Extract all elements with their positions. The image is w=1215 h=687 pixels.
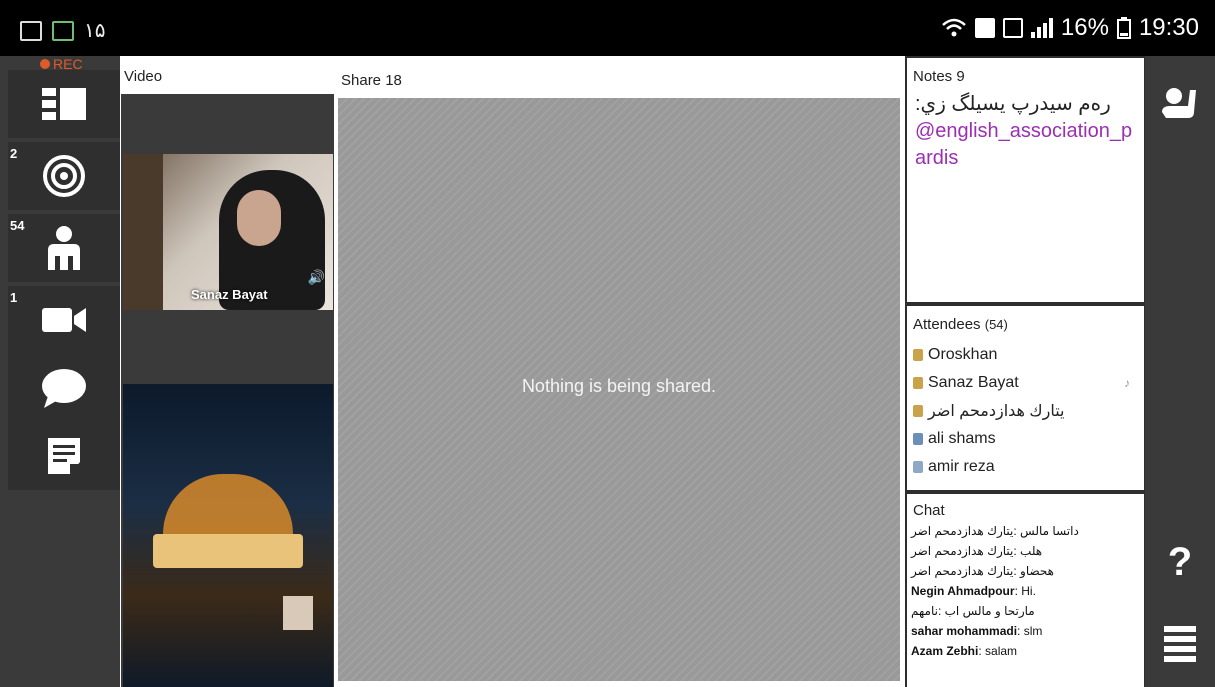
- signal-bars-icon: [1030, 18, 1053, 38]
- presenter-icon: [913, 377, 923, 389]
- clock: 19:30: [1138, 14, 1199, 41]
- chat-message: هلب :یتارك هدازدمحم اضر: [911, 541, 1144, 561]
- presenter-icon: [913, 349, 923, 361]
- layout-icon: [42, 88, 86, 120]
- notes-text: رەم سیدرپ یسیلگ زي:: [915, 93, 1111, 115]
- poster-book: [153, 534, 303, 568]
- app-notification-icon: [52, 20, 74, 41]
- video-tile[interactable]: 🔊 Sanaz Bayat: [123, 154, 333, 310]
- attendee-row[interactable]: Sanaz Bayat ♪: [913, 369, 1144, 397]
- chat-text: Hi.: [1021, 584, 1036, 598]
- poster-portrait: [283, 596, 313, 630]
- bookshelf: [123, 154, 163, 310]
- video-pane: Video 🔊 Sanaz Bayat: [121, 56, 334, 687]
- gallery-icon: [20, 20, 42, 41]
- attendee-name: amir reza: [928, 458, 995, 475]
- shared-poster-image: [123, 384, 333, 687]
- attendee-name: Sanaz Bayat: [928, 374, 1019, 391]
- chat-message: داتسا مالس :یتارك هدازدمحم اضر: [911, 521, 1144, 541]
- wifi-icon: [942, 18, 966, 37]
- share-pane-title: Share 18: [338, 60, 900, 98]
- signal-box-icon: [1002, 18, 1023, 38]
- attendee-name: یتارك هدازدمحم اضر: [928, 403, 1065, 420]
- target-icon: [43, 155, 85, 197]
- chat-text: هلب :یتارك هدازدمحم اضر: [911, 544, 1043, 558]
- speaking-icon: ♪: [1124, 376, 1130, 390]
- chat-pane-title: Chat: [913, 502, 945, 519]
- attendees-pane-title: Attendees (54): [907, 306, 1144, 333]
- attendees-button[interactable]: 54: [8, 214, 120, 282]
- status-bar: ۱۵ 16% 19:30: [0, 0, 1215, 56]
- video-tile-name: Sanaz Bayat: [191, 287, 268, 302]
- attendee-name: ali shams: [928, 430, 996, 447]
- attendee-name: Oroskhan: [928, 346, 998, 363]
- chat-text: مارتحا و مالس اب :نامهم: [911, 604, 1035, 618]
- notes-button[interactable]: [8, 422, 120, 490]
- chat-message: هحضاو :یتارك هدازدمحم اضر: [911, 561, 1144, 581]
- speaker-icon: 🔊: [307, 269, 325, 285]
- participant-icon: [913, 433, 923, 445]
- battery-percent: 16%: [1060, 14, 1109, 41]
- chat-message: Negin Ahmadpour: Hi.: [911, 584, 1036, 598]
- chat-pane: Chat داتسا مالس :یتارك هدازدمحم اضر هلب …: [907, 494, 1144, 687]
- attendees-count: (54): [984, 317, 1008, 332]
- record-dot-icon: [40, 59, 50, 69]
- participant-face: [237, 190, 281, 246]
- chat-message: مارتحا و مالس اب :نامهم: [911, 601, 1144, 621]
- camera-button[interactable]: 1: [8, 286, 120, 354]
- attendees-pane: Attendees (54) Oroskhan Sanaz Bayat ♪ یتا…: [907, 306, 1144, 490]
- chat-message: sahar mohammadi: slm: [911, 624, 1043, 638]
- right-panels: Notes 9 رەم سیدرپ یسیلگ زي: @english_ass…: [905, 56, 1145, 687]
- menu-button[interactable]: [1145, 612, 1215, 676]
- left-toolbar: REC 2 54 1: [0, 56, 120, 687]
- attendee-list: Oroskhan Sanaz Bayat ♪ یتارك هدازدمحم اضر…: [907, 333, 1144, 481]
- chat-bubble-icon: [42, 369, 86, 408]
- attendees-title-label: Attendees: [913, 316, 981, 333]
- chat-sender: Azam Zebhi: [911, 644, 979, 658]
- chat-message: Azam Zebhi: salam: [911, 644, 1018, 658]
- help-button[interactable]: ?: [1145, 530, 1215, 594]
- chat-button[interactable]: [8, 354, 120, 422]
- attendee-row[interactable]: ali shams: [913, 425, 1144, 453]
- share-pane: Share 18 Nothing is being shared.: [336, 56, 902, 687]
- chat-text: هحضاو :یتارك هدازدمحم اضر: [911, 564, 1054, 578]
- chat-text: داتسا مالس :یتارك هدازدمحم اضر: [911, 524, 1079, 538]
- chat-messages: داتسا مالس :یتارك هدازدمحم اضر هلب :یتار…: [907, 519, 1144, 661]
- notes-icon: [48, 438, 80, 474]
- attendee-row[interactable]: Oroskhan: [913, 341, 1144, 369]
- polls-badge: 2: [10, 146, 18, 161]
- notes-content: رەم سیدرپ یسیلگ زي: @english_association…: [907, 85, 1144, 172]
- chat-sender: Negin Ahmadpour: [911, 584, 1015, 598]
- video-pane-title: Video: [121, 56, 334, 94]
- share-empty-message: Nothing is being shared.: [521, 376, 717, 396]
- raise-hand-button[interactable]: [1145, 72, 1215, 132]
- sim-icon: [974, 18, 995, 38]
- camera-badge: 1: [10, 290, 18, 305]
- chat-text: slm: [1023, 624, 1043, 638]
- participant-icon: [913, 461, 923, 473]
- presenter-icon: [913, 405, 923, 417]
- notes-pane-title: Notes 9: [913, 68, 965, 85]
- battery-icon: [1116, 17, 1131, 39]
- attendees-badge: 54: [10, 218, 25, 233]
- chat-sender: sahar mohammadi: [911, 624, 1018, 638]
- help-icon: ?: [1167, 539, 1193, 584]
- attendee-row[interactable]: amir reza: [913, 453, 1144, 481]
- chat-text: salam: [985, 644, 1018, 658]
- layout-button[interactable]: [8, 70, 120, 138]
- raise-hand-icon: [1162, 88, 1196, 118]
- user-icon: [48, 226, 80, 270]
- status-left-text: ۱۵: [84, 20, 106, 42]
- right-toolbar: ?: [1145, 56, 1215, 687]
- hamburger-menu-icon: [1164, 626, 1196, 662]
- notes-pane: Notes 9 رەم سیدرپ یسیلگ زي: @english_ass…: [907, 58, 1144, 302]
- attendee-row[interactable]: یتارك هدازدمحم اضر: [913, 397, 1144, 425]
- camera-icon: [42, 308, 86, 332]
- polls-button[interactable]: 2: [8, 142, 120, 210]
- notes-link[interactable]: @english_association_pardis: [915, 118, 1136, 172]
